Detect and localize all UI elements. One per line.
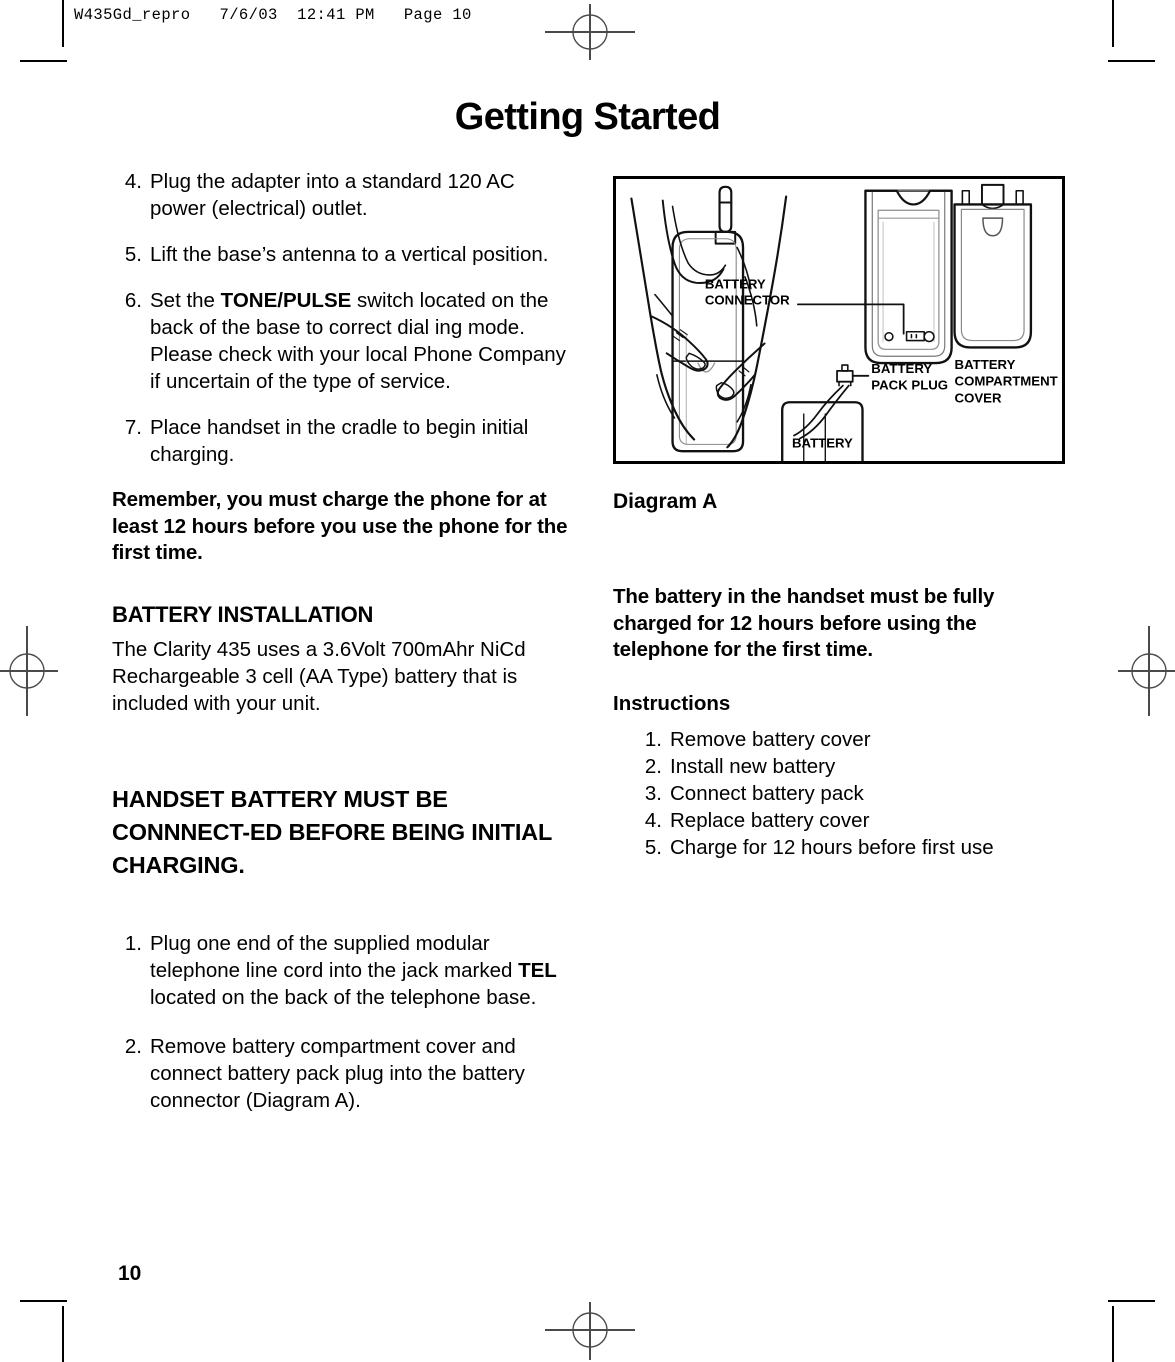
list-item-text: Replace battery cover xyxy=(670,808,870,832)
crop-mark-bottom-left-horizontal xyxy=(20,1300,67,1302)
list-item: 4. Plug the adapter into a standard 120 … xyxy=(112,168,574,222)
list-item: 3. Connect battery pack xyxy=(632,780,1068,807)
list-item: 4. Replace battery cover xyxy=(632,807,1068,834)
list-item-text: Place handset in the cradle to begin ini… xyxy=(150,416,529,466)
list-item-text: Connect battery pack xyxy=(670,781,864,805)
diagram-a-caption: Diagram A xyxy=(613,490,718,513)
list-item-number: 2. xyxy=(124,1034,142,1058)
label-battery-compartment-cover-line1: BATTERY xyxy=(955,357,1016,372)
crop-mark-bottom-right-vertical xyxy=(1112,1306,1114,1362)
registration-mark-top xyxy=(545,4,635,60)
list-item: 2. Install new battery xyxy=(632,753,1068,780)
battery-connector-leader-line xyxy=(796,303,905,335)
list-item: 6. Set the TONE/PULSE switch located on … xyxy=(112,287,574,395)
tone-pulse-emphasis: TONE/PULSE xyxy=(220,289,352,312)
label-battery: BATTERY xyxy=(792,435,853,450)
instructions-list: 1. Remove battery cover 2. Install new b… xyxy=(632,726,1068,861)
crop-mark-top-right-horizontal xyxy=(1108,60,1155,62)
label-battery-compartment-cover-line2: COMPARTMENT xyxy=(955,374,1058,389)
label-battery-pack-plug-line2: PACK PLUG xyxy=(871,378,948,393)
remember-charge-note: Remember, you must charge the phone for … xyxy=(112,488,568,564)
handset-battery-warning-heading: HANDSET BATTERY MUST BE CONNNECT-ED BEFO… xyxy=(112,785,552,878)
list-item-text: Charge for 12 hours before first use xyxy=(670,835,994,859)
page-title: Getting Started xyxy=(454,96,721,138)
registration-mark-bottom xyxy=(545,1302,635,1360)
list-item-number: 3. xyxy=(644,781,662,805)
list-item: 1. Remove battery cover xyxy=(632,726,1068,753)
setup-steps-list: 4. Plug the adapter into a standard 120 … xyxy=(112,168,574,468)
label-battery-pack-plug-line1: BATTERY xyxy=(871,361,932,376)
list-item-text-post: located on the back of the telephone bas… xyxy=(150,985,537,1009)
list-item: 2. Remove battery compartment cover and … xyxy=(112,1033,574,1114)
list-item-number: 5. xyxy=(644,835,662,859)
list-item-number: 4. xyxy=(644,808,662,832)
list-item-text: Install new battery xyxy=(670,754,836,778)
crop-mark-top-left-horizontal xyxy=(20,60,67,62)
list-item: 5. Lift the base’s antenna to a vertical… xyxy=(112,241,574,268)
connection-steps-list: 1. Plug one end of the supplied modular … xyxy=(112,930,574,1114)
list-item-text: Remove battery compartment cover and con… xyxy=(150,1034,525,1112)
list-item-number: 4. xyxy=(124,170,142,193)
list-item: 7. Place handset in the cradle to begin … xyxy=(112,414,574,468)
phone-back-with-battery-connector xyxy=(864,189,953,365)
handset-charge-note: The battery in the handset must be fully… xyxy=(613,585,995,661)
list-item-number: 5. xyxy=(124,243,142,266)
list-item-text-pre: Plug one end of the supplied modular tel… xyxy=(150,931,519,982)
battery-compartment-cover-illustration xyxy=(953,183,1033,349)
prepress-slug-line: W435Gd_repro 7/6/03 12:41 PM Page 10 xyxy=(74,6,472,24)
label-battery-connector-line2: CONNECTOR xyxy=(705,292,790,307)
list-item-number: 2. xyxy=(644,754,662,778)
list-item-number: 7. xyxy=(124,416,142,439)
battery-installation-body: The Clarity 435 uses a 3.6Volt 700mAhr N… xyxy=(112,637,526,715)
list-item-text: Lift the base’s antenna to a vertical po… xyxy=(150,243,549,266)
crop-mark-bottom-left-vertical xyxy=(62,1306,64,1362)
list-item-text-pre: Set the xyxy=(150,289,221,312)
label-battery-connector-line1: BATTERY xyxy=(705,277,766,292)
instructions-heading: Instructions xyxy=(613,691,731,715)
right-column: The battery in the handset must be fully… xyxy=(613,584,1068,861)
battery-installation-heading: BATTERY INSTALLATION xyxy=(112,601,374,627)
registration-mark-left xyxy=(0,626,58,716)
left-column: 4. Plug the adapter into a standard 120 … xyxy=(112,168,574,1133)
crop-mark-top-left-vertical xyxy=(62,0,64,47)
crop-mark-bottom-right-horizontal xyxy=(1108,1300,1155,1302)
list-item-number: 6. xyxy=(124,289,142,312)
list-item-text: Plug the adapter into a standard 120 AC … xyxy=(150,170,515,220)
tel-emphasis: TEL xyxy=(518,958,557,982)
list-item: 1. Plug one end of the supplied modular … xyxy=(112,930,574,1011)
list-item-number: 1. xyxy=(644,727,662,751)
page-number: 10 xyxy=(118,1262,142,1285)
list-item-number: 1. xyxy=(124,931,142,955)
list-item: 5. Charge for 12 hours before first use xyxy=(632,834,1068,861)
label-battery-compartment-cover-line3: COVER xyxy=(955,390,1002,405)
hand-holding-phone-illustration xyxy=(630,185,788,453)
list-item-text: Remove battery cover xyxy=(670,727,871,751)
crop-mark-top-right-vertical xyxy=(1112,0,1114,47)
registration-mark-right xyxy=(1118,626,1175,716)
manual-page: W435Gd_repro 7/6/03 12:41 PM Page 10 Get… xyxy=(0,0,1175,1362)
diagram-a-figure: BATTERY CONNECTOR BATTERY PACK PLUG BATT… xyxy=(613,176,1065,464)
